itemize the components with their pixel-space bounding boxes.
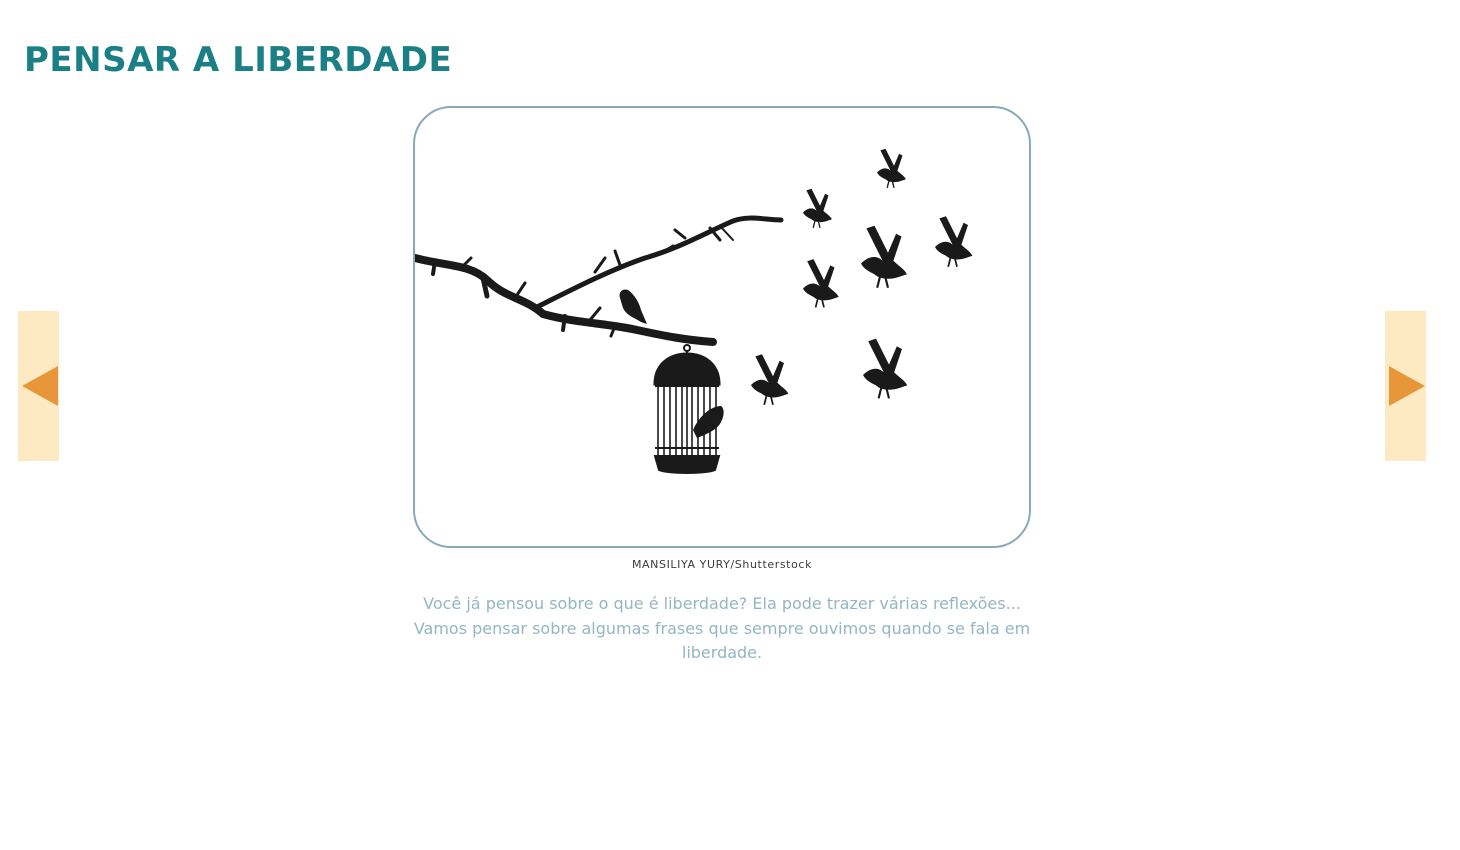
perched-bird: [619, 289, 647, 324]
flying-birds: [750, 148, 974, 406]
intro-paragraph: Você já pensou sobre o que é liberdade? …: [413, 594, 1031, 662]
image-credit: MANSILIYA YURY/Shutterstock: [631, 558, 813, 571]
birdcage: [653, 344, 721, 474]
birds-cage-illustration: [415, 148, 974, 474]
page-title: PENSAR A LIBERDADE: [24, 40, 453, 80]
illustration-frame: [413, 106, 1031, 548]
tree-branch: [415, 215, 784, 346]
prev-button[interactable]: [18, 311, 59, 461]
next-button[interactable]: [1385, 311, 1426, 461]
triangle-right-icon: [1389, 366, 1425, 406]
page: PENSAR A LIBERDADE MANSILIYA YURY/Shutte…: [0, 0, 1460, 850]
triangle-left-icon: [22, 366, 58, 406]
